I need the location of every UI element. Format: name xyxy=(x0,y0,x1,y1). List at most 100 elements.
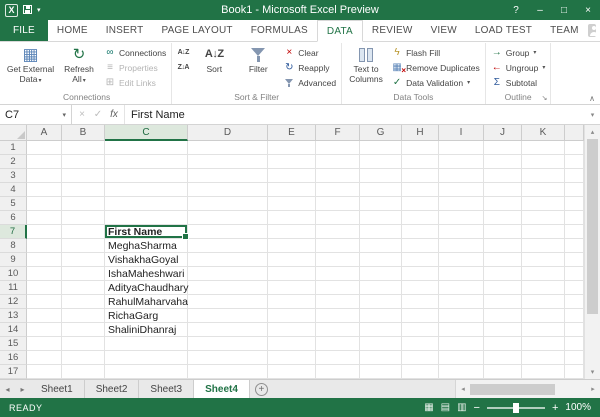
cell-F4[interactable] xyxy=(316,183,360,197)
cell-B7[interactable] xyxy=(62,225,105,239)
row-header-2[interactable]: 2 xyxy=(0,155,27,169)
cell-B2[interactable] xyxy=(62,155,105,169)
cell-I4[interactable] xyxy=(439,183,484,197)
cell-H8[interactable] xyxy=(402,239,439,253)
cell-J11[interactable] xyxy=(484,281,522,295)
cell-D5[interactable] xyxy=(188,197,268,211)
cell-E15[interactable] xyxy=(268,337,316,351)
cell-F14[interactable] xyxy=(316,323,360,337)
cell-C10[interactable]: IshaMaheshwari xyxy=(105,267,188,281)
cell-D1[interactable] xyxy=(188,141,268,155)
ribbon-tab-load-test[interactable]: LOAD TEST xyxy=(466,20,541,41)
cell-E5[interactable] xyxy=(268,197,316,211)
cell-B13[interactable] xyxy=(62,309,105,323)
cell-x2[interactable] xyxy=(565,155,584,169)
sheet-tab-sheet3[interactable]: Sheet3 xyxy=(139,380,195,398)
cell-B6[interactable] xyxy=(62,211,105,225)
cell-J6[interactable] xyxy=(484,211,522,225)
cell-J4[interactable] xyxy=(484,183,522,197)
cell-G6[interactable] xyxy=(360,211,402,225)
cell-C6[interactable] xyxy=(105,211,188,225)
cell-H3[interactable] xyxy=(402,169,439,183)
cell-C1[interactable] xyxy=(105,141,188,155)
cell-K3[interactable] xyxy=(522,169,565,183)
cell-J10[interactable] xyxy=(484,267,522,281)
column-header-B[interactable]: B xyxy=(62,125,105,141)
cell-J7[interactable] xyxy=(484,225,522,239)
ribbon-tab-view[interactable]: VIEW xyxy=(422,20,466,41)
cell-F11[interactable] xyxy=(316,281,360,295)
cell-D11[interactable] xyxy=(188,281,268,295)
select-all-button[interactable] xyxy=(0,125,27,141)
row-header-15[interactable]: 15 xyxy=(0,337,27,351)
cell-D2[interactable] xyxy=(188,155,268,169)
sheet-nav-right-icon[interactable]: ▸ xyxy=(15,380,30,398)
cell-D3[interactable] xyxy=(188,169,268,183)
cell-A14[interactable] xyxy=(27,323,62,337)
cell-D16[interactable] xyxy=(188,351,268,365)
ribbon-tab-file[interactable]: FILE xyxy=(0,20,48,41)
cell-G8[interactable] xyxy=(360,239,402,253)
cell-G7[interactable] xyxy=(360,225,402,239)
cell-F6[interactable] xyxy=(316,211,360,225)
cell-A9[interactable] xyxy=(27,253,62,267)
cell-H4[interactable] xyxy=(402,183,439,197)
cell-I6[interactable] xyxy=(439,211,484,225)
row-header-10[interactable]: 10 xyxy=(0,267,27,281)
cell-B11[interactable] xyxy=(62,281,105,295)
cell-D17[interactable] xyxy=(188,365,268,379)
cell-J17[interactable] xyxy=(484,365,522,379)
column-header-D[interactable]: D xyxy=(188,125,268,141)
normal-view-button[interactable]: ▦ xyxy=(424,402,433,413)
cell-H14[interactable] xyxy=(402,323,439,337)
advanced-button[interactable]: Advanced xyxy=(280,75,339,90)
cell-B5[interactable] xyxy=(62,197,105,211)
cell-H16[interactable] xyxy=(402,351,439,365)
cell-J12[interactable] xyxy=(484,295,522,309)
save-button[interactable] xyxy=(23,1,32,19)
cell-H17[interactable] xyxy=(402,365,439,379)
row-header-12[interactable]: 12 xyxy=(0,295,27,309)
cell-G16[interactable] xyxy=(360,351,402,365)
cell-A11[interactable] xyxy=(27,281,62,295)
reapply-button[interactable]: ↻ Reapply xyxy=(280,60,339,75)
cell-K16[interactable] xyxy=(522,351,565,365)
cell-I9[interactable] xyxy=(439,253,484,267)
cell-E8[interactable] xyxy=(268,239,316,253)
sort-ascending-button[interactable]: A↓Z xyxy=(174,45,192,60)
cell-x9[interactable] xyxy=(565,253,584,267)
cell-J8[interactable] xyxy=(484,239,522,253)
properties-button[interactable]: ≡ Properties xyxy=(101,60,169,75)
cell-E7[interactable] xyxy=(268,225,316,239)
column-header-overflow[interactable] xyxy=(565,125,584,141)
ribbon-tab-data[interactable]: DATA xyxy=(316,20,363,42)
cell-J2[interactable] xyxy=(484,155,522,169)
cell-E16[interactable] xyxy=(268,351,316,365)
cell-K1[interactable] xyxy=(522,141,565,155)
cell-G14[interactable] xyxy=(360,323,402,337)
cell-C11[interactable]: AdityaChaudhary xyxy=(105,281,189,295)
zoom-percentage[interactable]: 100% xyxy=(565,402,591,413)
cell-I14[interactable] xyxy=(439,323,484,337)
cell-G11[interactable] xyxy=(360,281,402,295)
close-button[interactable]: × xyxy=(576,0,600,20)
cell-C8[interactable]: MeghaSharma xyxy=(105,239,188,253)
cell-K13[interactable] xyxy=(522,309,565,323)
customize-qat-button[interactable]: ▾ xyxy=(37,6,41,14)
cell-E2[interactable] xyxy=(268,155,316,169)
row-header-4[interactable]: 4 xyxy=(0,183,27,197)
cell-G5[interactable] xyxy=(360,197,402,211)
cell-J16[interactable] xyxy=(484,351,522,365)
ribbon-tab-formulas[interactable]: FORMULAS xyxy=(242,20,317,41)
vertical-scroll-thumb[interactable] xyxy=(587,139,598,314)
cell-B17[interactable] xyxy=(62,365,105,379)
cell-K7[interactable] xyxy=(522,225,565,239)
ribbon-tab-team[interactable]: TEAM xyxy=(541,20,588,41)
cell-A10[interactable] xyxy=(27,267,62,281)
cell-G9[interactable] xyxy=(360,253,402,267)
cell-A16[interactable] xyxy=(27,351,62,365)
refresh-all-button[interactable]: ↻ Refresh All▾ xyxy=(57,43,101,90)
cell-B15[interactable] xyxy=(62,337,105,351)
scroll-up-icon[interactable]: ▴ xyxy=(585,125,600,139)
cell-C3[interactable] xyxy=(105,169,188,183)
